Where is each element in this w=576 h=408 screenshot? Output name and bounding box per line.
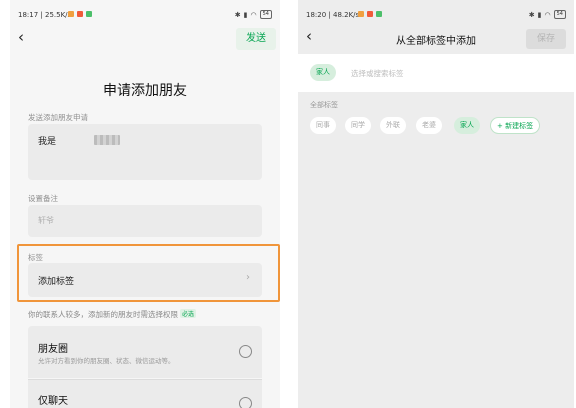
request-message-text: 我是 <box>38 137 57 147</box>
blurred-name <box>94 135 120 145</box>
required-badge: 必选 <box>180 309 197 318</box>
alarm-icon <box>358 11 364 17</box>
tag-chip[interactable]: 老婆 <box>416 117 442 134</box>
chevron-right-icon: › <box>246 272 250 283</box>
message-icon <box>376 11 382 17</box>
wifi-icon: ◠ <box>544 10 551 19</box>
status-bar: 18:20 | 48.2K/s ✱ ▮ ◠ 54 <box>298 0 574 28</box>
add-tag-row[interactable]: 添加标签 › <box>28 263 262 297</box>
battery-icon: 54 <box>259 10 272 19</box>
option-moments-title: 朋友圈 <box>38 344 68 355</box>
wifi-icon: ◠ <box>250 10 257 19</box>
status-time: 18:20 | 48.2K/s <box>306 11 360 19</box>
tag-select-screen: 18:20 | 48.2K/s ✱ ▮ ◠ 54 ‹ 从全部标签中添加 保存 家… <box>298 0 574 408</box>
option-chat-only-radio[interactable] <box>239 397 252 408</box>
plus-icon: + <box>497 122 503 130</box>
add-tag-label: 添加标签 <box>38 277 75 287</box>
app-notification-icon <box>77 11 83 17</box>
tag-search-input[interactable]: 选择或搜索标签 <box>351 68 404 79</box>
system-icons: ✱ ▮ ◠ 54 <box>529 10 566 19</box>
battery-icon: 54 <box>553 10 566 19</box>
bluetooth-icon: ✱ <box>234 10 241 19</box>
status-bar: 18:17 | 25.5K/s ✱ ▮ ◠ 54 <box>10 0 280 28</box>
option-chat-only[interactable]: 仅聊天 <box>28 379 262 408</box>
tag-chip[interactable]: 同学 <box>345 117 371 134</box>
note-input[interactable]: 轩爷 <box>28 205 262 237</box>
option-moments[interactable]: 朋友圈 允许对方看到你的朋友圈、状态、微信运动等。 <box>28 326 262 378</box>
save-button[interactable]: 保存 <box>526 29 566 49</box>
option-moments-desc: 允许对方看到你的朋友圈、状态、微信运动等。 <box>38 357 175 365</box>
tag-input-area[interactable]: 家人 选择或搜索标签 <box>298 54 574 92</box>
add-friend-screen: 18:17 | 25.5K/s ✱ ▮ ◠ 54 ‹ 发送 申请添加朋友 发送添… <box>10 0 280 408</box>
back-arrow-icon[interactable]: ‹ <box>18 28 24 46</box>
bluetooth-icon: ✱ <box>528 10 535 19</box>
option-moments-radio[interactable] <box>239 345 252 358</box>
page-title: 申请添加朋友 <box>103 83 187 99</box>
system-icons: ✱ ▮ ◠ 54 <box>235 10 272 19</box>
tag-chip[interactable]: 同事 <box>310 117 336 134</box>
request-message-input[interactable]: 我是 <box>28 124 262 180</box>
permission-notice: 你的联系人较多，添加新的朋友时需选择权限 必选 <box>28 309 197 319</box>
request-section-label: 发送添加朋友申请 <box>28 113 88 122</box>
signal-icon: ▮ <box>537 10 542 19</box>
tag-chip-selected[interactable]: 家人 <box>454 117 480 134</box>
notification-icons <box>358 11 382 17</box>
notification-icons <box>68 11 92 17</box>
alarm-icon <box>68 11 74 17</box>
status-time: 18:17 | 25.5K/s <box>18 11 72 19</box>
signal-icon: ▮ <box>243 10 248 19</box>
message-icon <box>86 11 92 17</box>
new-tag-button[interactable]: + 新建标签 <box>490 117 541 134</box>
tag-chip[interactable]: 外联 <box>380 117 406 134</box>
note-placeholder: 轩爷 <box>38 216 54 225</box>
note-section-label: 设置备注 <box>28 194 58 203</box>
app-notification-icon <box>367 11 373 17</box>
selected-tag-chip[interactable]: 家人 <box>310 64 336 81</box>
send-button[interactable]: 发送 <box>236 28 276 50</box>
all-tags-label: 全部标签 <box>310 101 338 109</box>
option-chat-only-title: 仅聊天 <box>38 396 68 407</box>
tags-section-label: 标签 <box>28 253 43 262</box>
